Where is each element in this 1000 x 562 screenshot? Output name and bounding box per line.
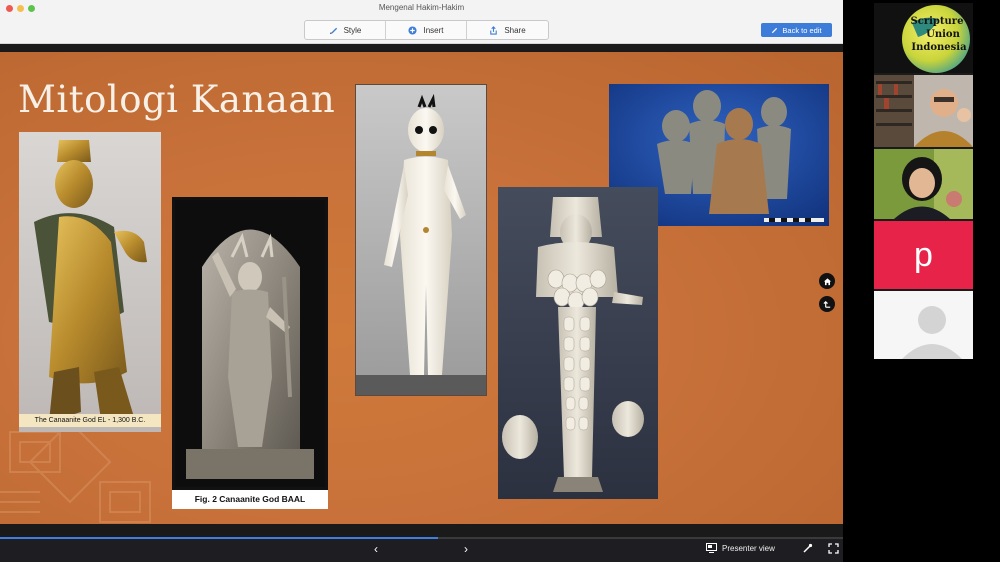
participant-sidebar: Scripture Union Indonesia p (874, 3, 973, 359)
brush-icon (329, 27, 337, 34)
participant-video-2 (874, 149, 973, 219)
slide-progress (0, 537, 843, 539)
photo-god-baal: Fig. 2 Canaanite God BAAL (172, 197, 328, 509)
share-icon (490, 25, 498, 35)
caption-god-el: The Canaanite God EL - 1,300 B.C. (19, 414, 161, 427)
caption-god-baal: Fig. 2 Canaanite God BAAL (172, 490, 328, 509)
back-to-edit-label: Back to edit (782, 25, 822, 35)
presentation-app: Mengenal Hakim-Hakim Style Insert Share … (0, 0, 843, 562)
default-avatar-icon (902, 306, 962, 359)
participant-initial: p (914, 235, 933, 274)
fullscreen-icon[interactable] (828, 543, 839, 554)
back-to-edit-button[interactable]: Back to edit (761, 23, 832, 37)
logo-line-3: Indonesia (911, 42, 967, 53)
slide-title: Mitologi Kanaan (18, 78, 336, 121)
window-title: Mengenal Hakim-Hakim (378, 3, 465, 12)
participant-video-1 (874, 75, 973, 147)
slide-progress-fill (0, 537, 439, 539)
previous-slide-button[interactable]: ‹ (369, 542, 383, 556)
slide-canvas: Mitologi Kanaan The Canaanite God EL - 1… (0, 52, 843, 524)
home-icon (823, 277, 831, 285)
participant-tile-woman[interactable] (874, 149, 973, 219)
logo-line-1: Scripture (910, 16, 964, 27)
presenter-icon (706, 543, 717, 553)
home-button[interactable] (819, 273, 835, 289)
participant-tile-no-video[interactable] (874, 291, 973, 359)
plus-circle-icon (408, 25, 418, 35)
participant-tile-initial[interactable]: p (874, 221, 973, 289)
back-nav-button[interactable] (819, 296, 835, 312)
share-button[interactable]: Share (467, 21, 548, 39)
laser-pointer-icon[interactable] (802, 543, 813, 554)
back-arrow-icon (822, 300, 830, 308)
insert-label: Insert (423, 25, 444, 35)
presenter-view-label: Presenter view (722, 543, 775, 553)
insert-button[interactable]: Insert (386, 21, 467, 39)
presenter-view-button[interactable]: Presenter view (706, 543, 775, 553)
photo-goddess-figurine (355, 84, 487, 396)
photo-artemis-statue (498, 187, 658, 499)
style-label: Style (343, 25, 362, 35)
pencil-icon (772, 27, 778, 33)
next-slide-button[interactable]: › (459, 542, 473, 556)
style-button[interactable]: Style (305, 21, 386, 39)
participant-tile-presenter[interactable] (874, 75, 973, 147)
logo-line-2: Union (926, 29, 960, 40)
share-label: Share (504, 25, 526, 35)
photo-god-el: The Canaanite God EL - 1,300 B.C. (19, 132, 161, 432)
title-bar: Mengenal Hakim-Hakim Style Insert Share … (0, 0, 843, 44)
participant-tile-logo[interactable]: Scripture Union Indonesia (874, 3, 973, 73)
toolbar: Style Insert Share (304, 20, 549, 40)
